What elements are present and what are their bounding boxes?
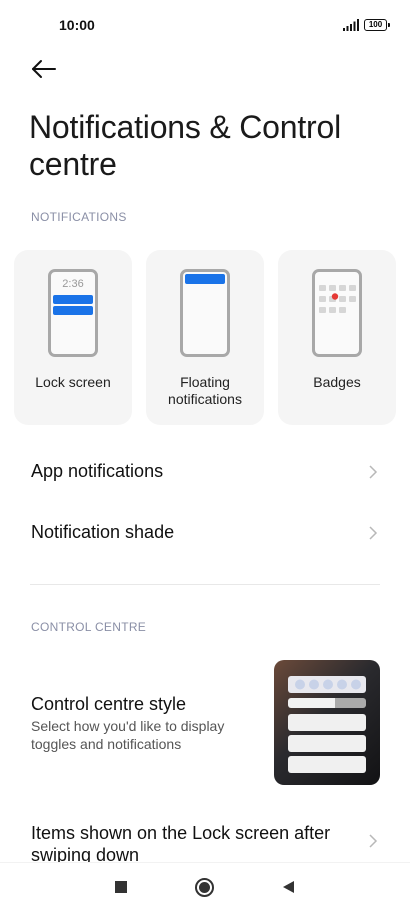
battery-level: 100 [364,19,387,31]
menu-item-title: Items shown on the Lock screen after swi… [31,823,331,862]
lock-screen-items-item[interactable]: Items shown on the Lock screen after swi… [0,812,410,862]
navigation-bar [0,862,410,911]
section-header-notifications: NOTIFICATIONS [31,210,127,224]
card-badges[interactable]: Badges [278,250,396,425]
divider [30,584,380,585]
control-centre-preview-image [274,660,380,785]
status-time: 10:00 [59,17,95,33]
signal-icon [343,19,359,31]
card-lock-screen[interactable]: 2:36 Lock screen [14,250,132,425]
lock-screen-preview-icon: 2:36 [48,269,98,357]
badges-preview-icon [312,269,362,357]
app-notifications-item[interactable]: App notifications [0,448,410,494]
menu-item-title: Notification shade [31,522,175,542]
arrow-left-icon [32,60,56,78]
card-label: Badges [313,374,361,390]
chevron-right-icon [369,465,378,479]
card-floating-notifications[interactable]: Floating notifications [146,250,264,425]
card-label: Lock screen [35,374,111,390]
menu-item-title: App notifications [31,461,164,481]
page-title: Notifications & Control centre [29,109,341,182]
preview-time: 2:36 [62,278,84,290]
back-icon[interactable] [283,881,294,893]
notification-shade-item[interactable]: Notification shade [0,509,410,555]
chevron-right-icon [369,834,378,848]
chevron-right-icon [369,526,378,540]
menu-item-title: Control centre style [31,694,187,714]
floating-notification-preview-icon [180,269,230,357]
battery-icon: 100 [364,19,390,31]
recents-icon[interactable] [115,881,127,893]
status-bar: 10:00 100 [0,0,410,50]
home-icon[interactable] [195,878,214,897]
card-label: Floating notifications [168,374,242,407]
menu-item-subtitle: Select how you'd like to display toggles… [31,718,225,752]
section-header-control-centre: CONTROL CENTRE [31,620,147,634]
back-button[interactable] [26,54,62,84]
